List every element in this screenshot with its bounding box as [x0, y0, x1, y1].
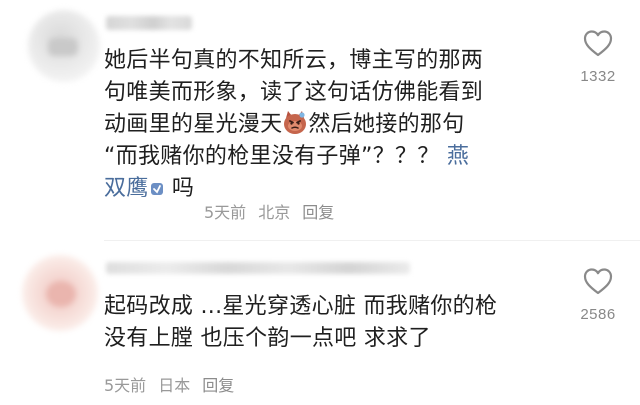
- comment-fragment: 动画里的星光漫天: [104, 112, 283, 137]
- reply-button[interactable]: 回复: [202, 372, 234, 396]
- comment-line: 她后半句真的不知所云，博主写的那两: [104, 48, 484, 73]
- mention-link[interactable]: 燕: [447, 144, 469, 169]
- reply-button[interactable]: 回复: [302, 199, 334, 223]
- comment-line: 没有上膛 也压个韵一点吧 求求了: [104, 326, 431, 351]
- like-button[interactable]: 2586: [558, 266, 638, 323]
- like-button[interactable]: 1332: [558, 28, 638, 85]
- heart-icon[interactable]: [558, 28, 638, 58]
- cat-face-emoji-icon: [282, 109, 308, 135]
- comment-line: “而我赌你的枪里没有子弹”？？？ 燕: [104, 141, 544, 173]
- comment-fragment: “而我赌你的枪里没有子弹”？？？: [104, 144, 447, 169]
- username-blurred[interactable]: [106, 262, 410, 274]
- comment-time: 5天前: [204, 203, 247, 222]
- divider: [104, 240, 640, 241]
- avatar[interactable]: [28, 10, 100, 82]
- comment-text: 起码改成 ...星光穿透心脏 而我赌你的枪 没有上膛 也压个韵一点吧 求求了: [104, 291, 544, 355]
- comment-text: 她后半句真的不知所云，博主写的那两 句唯美而形象，读了这句话仿佛能看到 动画里的…: [104, 45, 544, 205]
- comment-line: 起码改成 ...星光穿透心脏 而我赌你的枪: [104, 294, 498, 319]
- comment-location: 北京: [258, 203, 291, 222]
- avatar[interactable]: [22, 255, 98, 331]
- comment-fragment: 吗: [164, 176, 195, 201]
- comment-meta: 5天前 北京 回复: [204, 199, 334, 223]
- comment-fragment: 然后她接的那句: [308, 112, 465, 137]
- comment-item: 她后半句真的不知所云，博主写的那两 句唯美而形象，读了这句话仿佛能看到 动画里的…: [0, 0, 640, 232]
- like-count: 1332: [580, 68, 616, 85]
- comment-meta: 5天前 日本 回复: [104, 372, 234, 396]
- comment-line: 句唯美而形象，读了这句话仿佛能看到: [104, 80, 484, 105]
- like-count: 2586: [580, 306, 616, 323]
- comment-location: 日本: [158, 376, 191, 395]
- small-sticker-emoji-icon: [149, 175, 165, 195]
- comment-time: 5天前: [104, 376, 147, 395]
- mention-link-continued[interactable]: 双鹰: [104, 176, 149, 201]
- heart-icon[interactable]: [558, 266, 638, 296]
- username-blurred[interactable]: [106, 16, 192, 30]
- comment-line: 动画里的星光漫天 然后她接的那句: [104, 109, 544, 141]
